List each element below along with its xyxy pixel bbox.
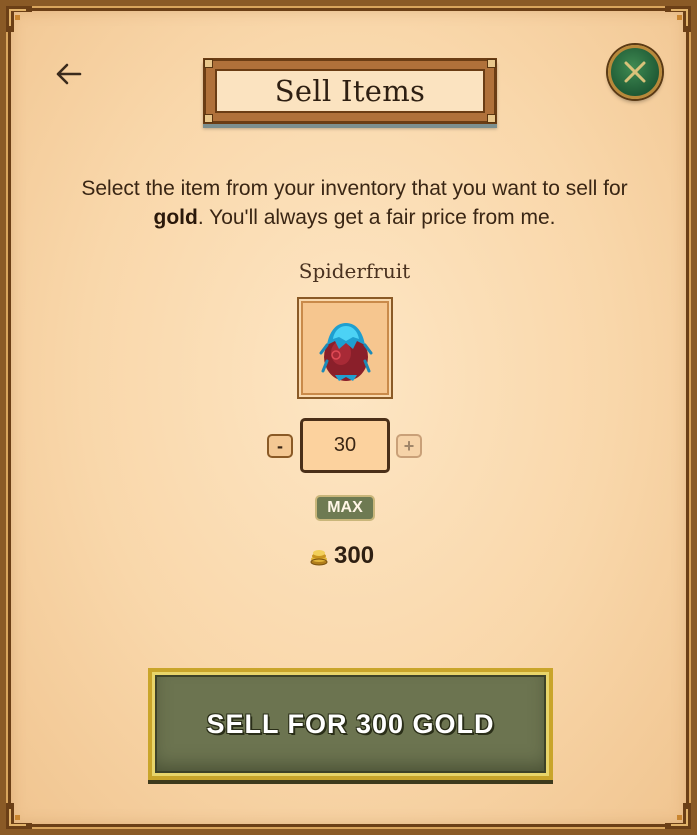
rivet [204, 114, 213, 123]
arrow-left-icon [56, 63, 82, 85]
quantity-input[interactable] [300, 418, 390, 473]
close-button[interactable] [608, 45, 662, 99]
gold-total: 300 [310, 541, 374, 571]
quantity-increase-button[interactable]: + [396, 434, 422, 458]
item-slot[interactable] [297, 297, 393, 399]
close-x-icon [624, 61, 646, 83]
description-bold: gold [153, 206, 198, 229]
rivet [204, 59, 213, 68]
title-inner: Sell Items [215, 69, 485, 113]
corner-ornament [665, 6, 691, 32]
page-title: Sell Items [274, 74, 426, 108]
quantity-decrease-button[interactable]: - [267, 434, 293, 458]
gold-amount: 300 [334, 542, 375, 569]
corner-ornament [6, 803, 32, 829]
corner-ornament [665, 803, 691, 829]
item-name: Spiderfruit [298, 259, 411, 283]
description-part: . You'll always get a fair price from me… [197, 206, 556, 229]
max-quantity-button[interactable]: MAX [315, 495, 375, 521]
rivet [487, 114, 496, 123]
corner-ornament [6, 6, 32, 32]
spiderfruit-icon [319, 323, 373, 381]
description-text: Select the item from your inventory that… [56, 174, 653, 232]
description-part: Select the item from your inventory that… [81, 177, 628, 200]
title-plaque: Sell Items [203, 58, 497, 124]
sell-button-label: SELL FOR 300 GOLD [206, 708, 495, 739]
rivet [487, 59, 496, 68]
gold-coins-icon [310, 550, 328, 566]
back-button[interactable] [50, 56, 86, 92]
sell-button[interactable]: SELL FOR 300 GOLD [148, 668, 553, 780]
sell-items-panel: Sell Items Select the item from your inv… [0, 0, 697, 835]
